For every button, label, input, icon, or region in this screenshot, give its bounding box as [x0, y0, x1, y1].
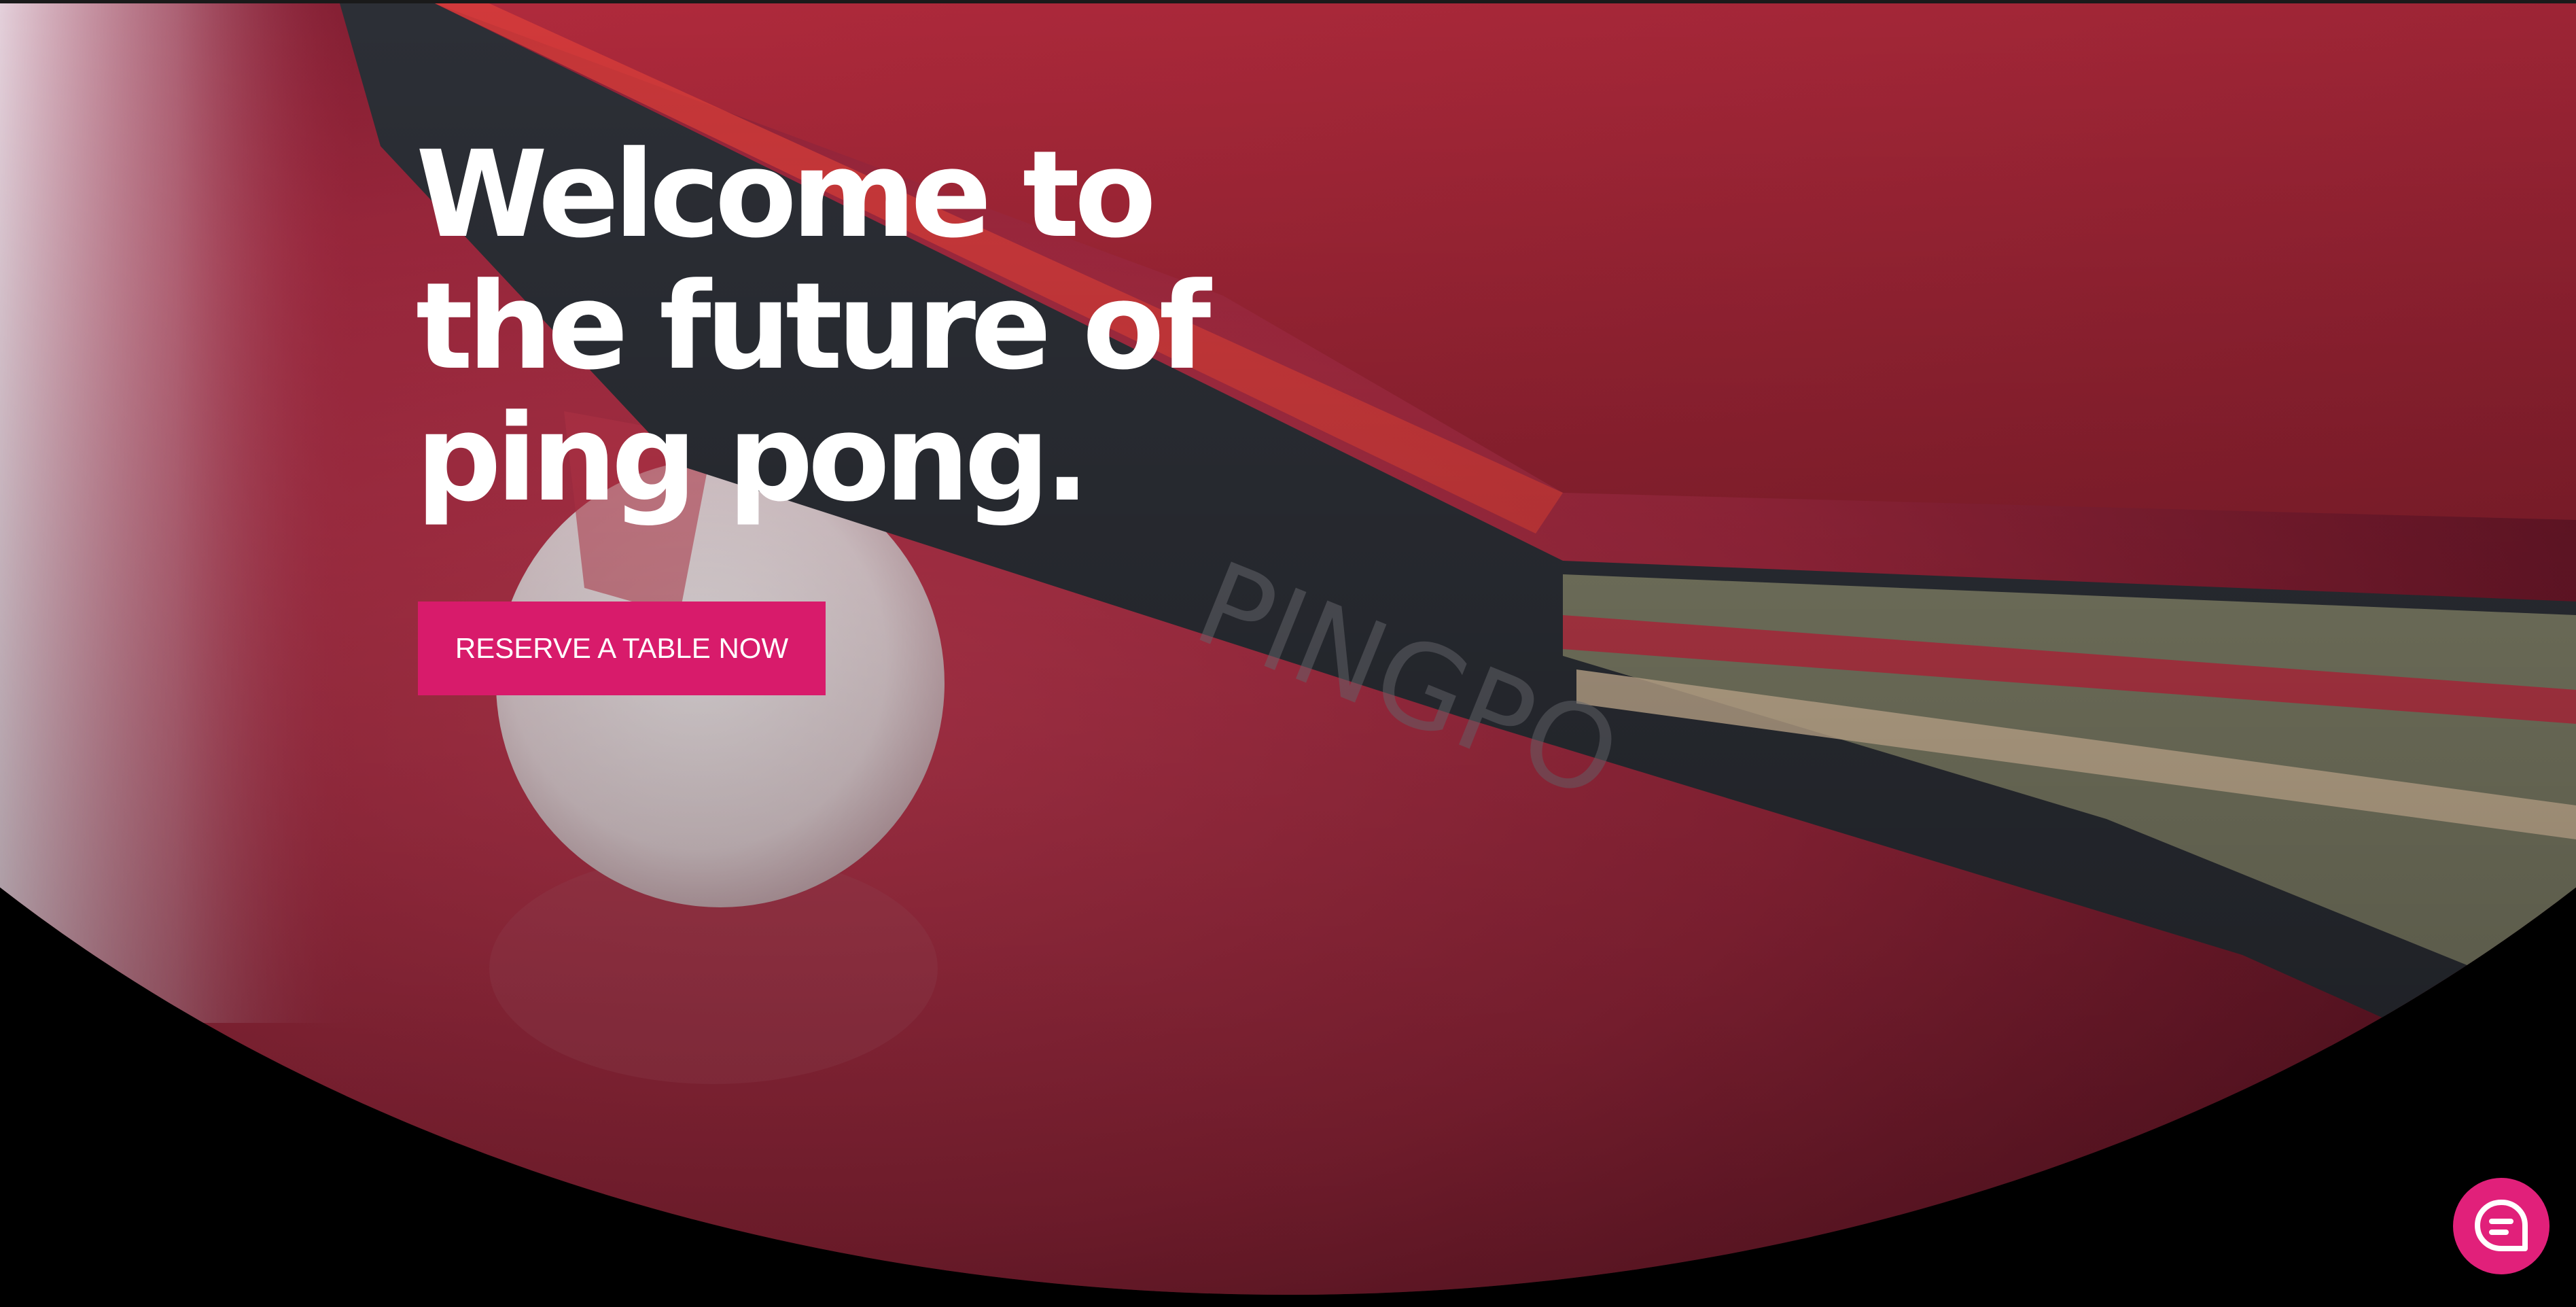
- hero-section: PINGPO Welcome to the future of ping pon…: [0, 3, 2576, 1295]
- page: PINGPO Welcome to the future of ping pon…: [0, 0, 2576, 1307]
- chat-bubble-icon: [2475, 1200, 2528, 1251]
- headline-line-3: ping pong.: [416, 389, 1090, 528]
- chat-button[interactable]: [2453, 1178, 2549, 1274]
- reserve-table-button[interactable]: RESERVE A TABLE NOW: [418, 602, 826, 695]
- hero-background-image: PINGPO: [0, 3, 2576, 1295]
- headline-line-2: the future of: [416, 257, 1211, 396]
- headline-line-1: Welcome to: [416, 125, 1157, 264]
- hero-headline: Welcome to the future of ping pong.: [416, 129, 1231, 525]
